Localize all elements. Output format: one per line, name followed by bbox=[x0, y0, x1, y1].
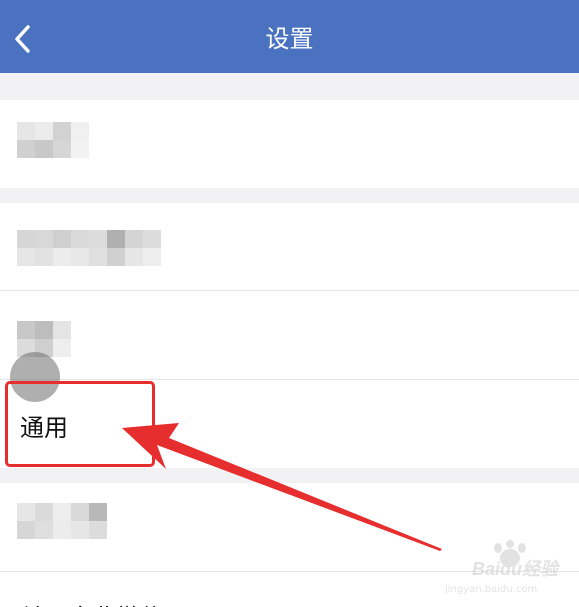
settings-row-1[interactable] bbox=[0, 100, 579, 188]
page-title: 设置 bbox=[265, 25, 314, 53]
watermark-text: Baidu经验 bbox=[472, 559, 559, 579]
watermark-logo: Baidu经验 jingyan.baidu.com bbox=[442, 540, 577, 600]
blurred-label bbox=[17, 122, 89, 158]
watermark-url: jingyan.baidu.com bbox=[445, 584, 538, 595]
blurred-label bbox=[17, 321, 71, 357]
blurred-label bbox=[17, 503, 107, 539]
settings-row-3[interactable] bbox=[0, 291, 579, 379]
about-label: 关于企业微信 bbox=[20, 598, 164, 607]
settings-row-2[interactable] bbox=[0, 203, 579, 291]
blurred-label bbox=[17, 230, 161, 266]
nav-bar: 设置 bbox=[0, 0, 579, 73]
highlight-box bbox=[5, 381, 155, 467]
